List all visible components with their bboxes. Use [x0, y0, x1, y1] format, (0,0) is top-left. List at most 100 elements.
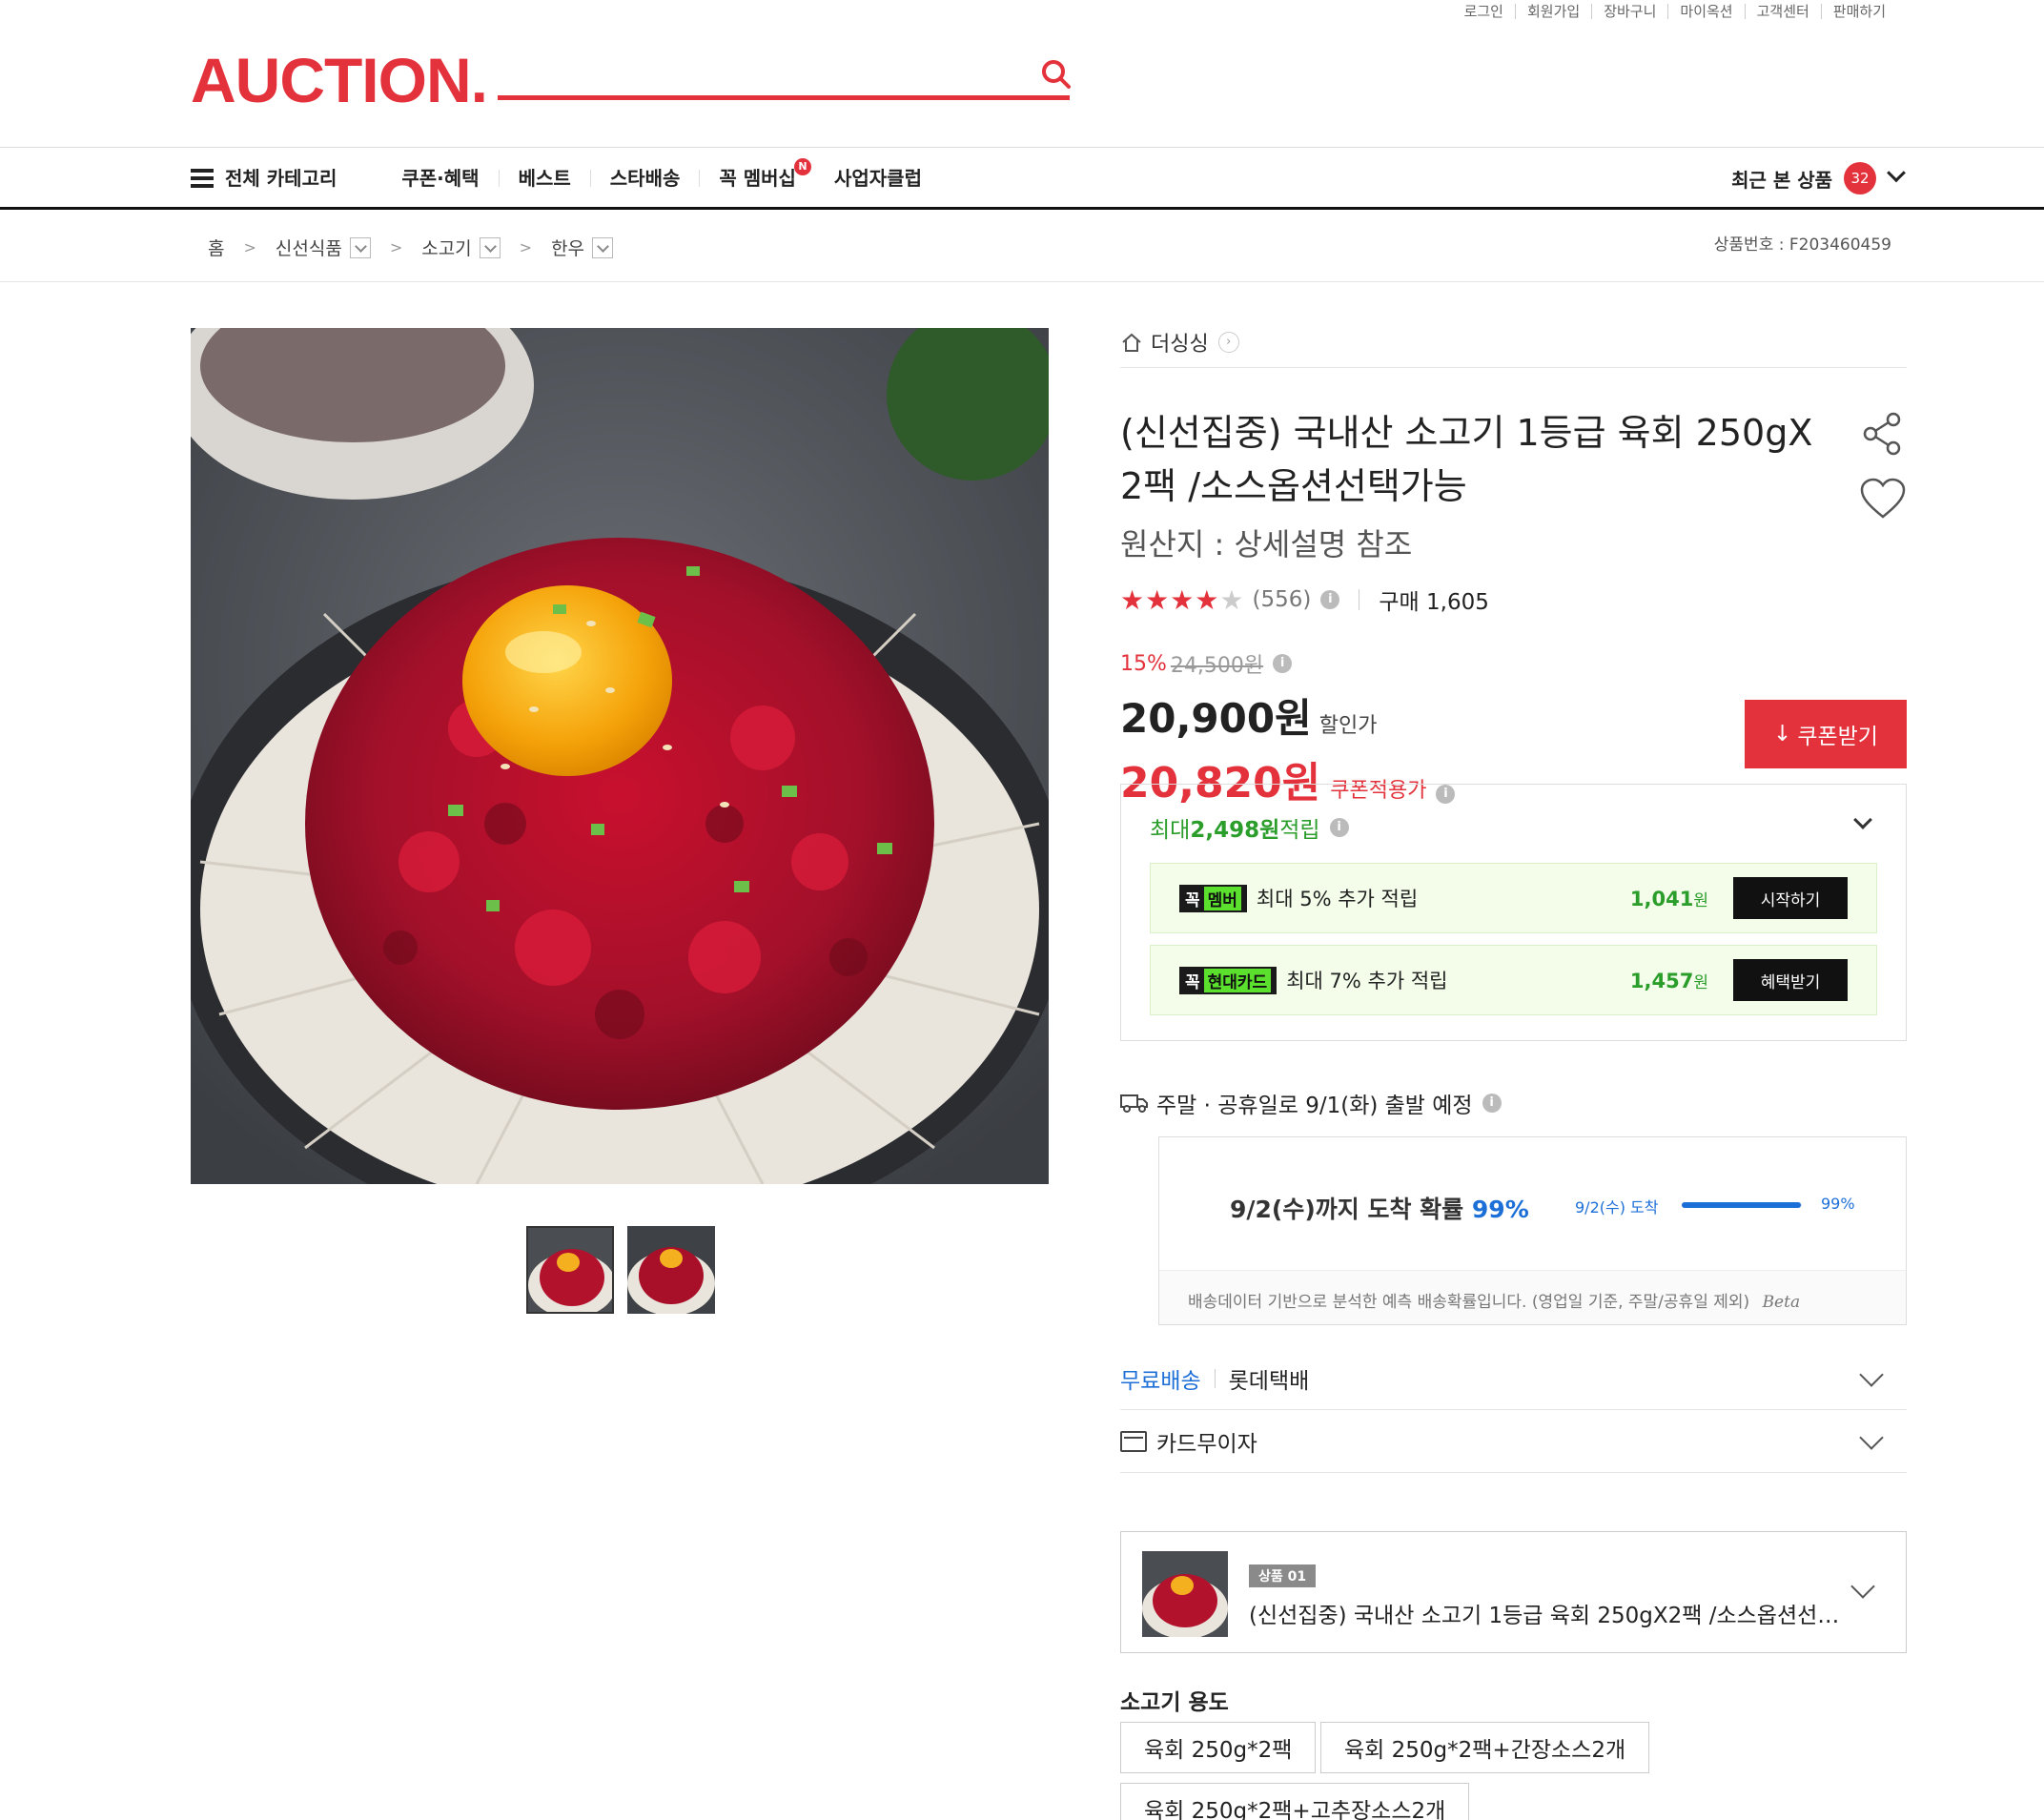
get-benefit-button[interactable]: 혜택받기 [1733, 959, 1848, 1001]
origin-text: 원산지 : 상세설명 참조 [1120, 526, 1413, 562]
reward-row-amount: 1,457원 [1630, 969, 1708, 992]
card-tag: 꼭 현대카드 [1179, 966, 1278, 994]
selected-product-select[interactable]: 상품 01 (신선집중) 국내산 소고기 1등급 육회 250gX2팩 /소스옵… [1120, 1531, 1907, 1653]
info-icon[interactable]: i [1273, 654, 1293, 673]
free-shipping-label: 무료배송 [1120, 1368, 1201, 1394]
chevron-down-icon [1859, 1425, 1884, 1450]
breadcrumb-bar: 홈 > 신선식품 > 소고기 > 한우 상품번호 : F203460459 [0, 210, 2044, 282]
thumbnail-1[interactable] [526, 1226, 614, 1314]
signup-link[interactable]: 회원가입 [1514, 4, 1591, 19]
tag-label: 현대카드 [1203, 968, 1272, 992]
sale-price-label: 할인가 [1318, 714, 1378, 738]
search-input[interactable] [498, 95, 1070, 100]
tag-prefix: 꼭 [1185, 890, 1200, 910]
download-icon: ↓ [1773, 722, 1792, 746]
chevron-down-icon [1887, 163, 1906, 183]
cart-link[interactable]: 장바구니 [1591, 4, 1667, 19]
reward-row-card: 꼭 현대카드 최대 7% 추가 적립 1,457원 혜택받기 [1150, 945, 1877, 1015]
nav-best[interactable]: 베스트 [498, 169, 590, 188]
purchase-count: 구매 1,605 [1379, 590, 1489, 615]
info-icon[interactable]: i [1320, 590, 1340, 609]
share-icon[interactable] [1859, 410, 1907, 458]
review-count[interactable]: (556) [1253, 587, 1312, 612]
amount-value: 1,457 [1629, 969, 1694, 992]
shipping-option-row[interactable]: 무료배송 롯데택배 [1120, 1347, 1907, 1410]
start-membership-button[interactable]: 시작하기 [1733, 877, 1848, 919]
breadcrumb-level-1[interactable]: 신선식품 [276, 235, 342, 260]
original-price-row: 15% 24,500원 i [1120, 648, 1907, 679]
arrival-note-text: 배송데이터 기반으로 분석한 예측 배송확률입니다. (영업일 기준, 주말/공… [1188, 1293, 1750, 1312]
card-installment-label: 카드무이자 [1156, 1431, 1257, 1457]
nav-membership[interactable]: 꼭 멤버십 N [699, 158, 815, 190]
carrier-label: 롯데택배 [1228, 1368, 1310, 1394]
arrival-probability-box: 9/2(수)까지 도착 확률 99% 9/2(수) 도착 99% 배송데이터 기… [1158, 1136, 1907, 1325]
login-link[interactable]: 로그인 [1453, 4, 1515, 19]
chevron-down-icon[interactable] [1853, 810, 1872, 829]
thumbnail-2[interactable] [627, 1226, 715, 1314]
arrival-top: 9/2(수)까지 도착 확률 99% 9/2(수) 도착 99% [1159, 1137, 1906, 1271]
nav-business-club[interactable]: 사업자클럽 [815, 169, 941, 188]
breadcrumb-level-3[interactable]: 한우 [551, 235, 584, 260]
coupon-button-label: 쿠폰받기 [1797, 725, 1878, 749]
shipping-notice: 주말 · 공휴일로 9/1(화) 출발 예정 i [1120, 1087, 1502, 1119]
recent-products-button[interactable]: 최근 본 상품 32 [1731, 148, 1906, 209]
breadcrumb: 홈 > 신선식품 > 소고기 > 한우 [208, 235, 614, 260]
nav-star-delivery[interactable]: 스타배송 [589, 169, 700, 188]
reward-prefix: 최대 [1150, 818, 1191, 843]
selected-product-thumbnail [1142, 1551, 1228, 1637]
nav-coupon[interactable]: 쿠폰·혜택 [382, 169, 498, 188]
option-button-3[interactable]: 육회 250g*2팩+고추장소스2개 [1120, 1783, 1470, 1820]
search-icon[interactable] [1039, 57, 1073, 92]
shipping-notice-text: 주말 · 공휴일로 9/1(화) 출발 예정 [1156, 1094, 1473, 1118]
info-icon[interactable]: i [1482, 1094, 1502, 1113]
option-group-title: 소고기 용도 [1120, 1690, 1229, 1715]
shop-name: 더싱싱 [1151, 332, 1209, 357]
reward-suffix: 적립 [1279, 818, 1320, 843]
product-info-panel: 더싱싱 › (신선집중) 국내산 소고기 1등급 육회 250gX 2팩 /소스… [1120, 324, 1907, 1820]
reward-row-amount: 1,041원 [1630, 887, 1708, 910]
reward-header[interactable]: 최대 2,498원 적립 i [1150, 811, 1349, 844]
option-button-1[interactable]: 육회 250g*2팩 [1120, 1722, 1317, 1773]
option-button-2[interactable]: 육회 250g*2팩+간장소스2개 [1320, 1722, 1650, 1773]
auction-logo[interactable]: AUCTION. [191, 49, 488, 112]
dropdown-icon[interactable] [349, 236, 371, 258]
tag-prefix: 꼭 [1185, 972, 1200, 992]
coupon-download-button[interactable]: ↓ 쿠폰받기 [1745, 700, 1907, 768]
arrival-date: 9/2(수) 도착 [1575, 1198, 1659, 1217]
info-icon[interactable]: i [1329, 818, 1349, 837]
nav-membership-label: 꼭 멤버십 [719, 167, 796, 190]
dropdown-icon[interactable] [592, 236, 614, 258]
reward-amount: 2,498원 [1190, 818, 1280, 843]
all-category-label: 전체 카테고리 [225, 167, 337, 190]
arrival-note: 배송데이터 기반으로 분석한 예측 배송확률입니다. (영업일 기준, 주말/공… [1188, 1288, 1800, 1312]
my-auction-link[interactable]: 마이옥션 [1667, 4, 1744, 19]
product-option-tag: 상품 01 [1249, 1564, 1317, 1587]
breadcrumb-home[interactable]: 홈 [208, 235, 224, 260]
amount-value: 1,041 [1629, 887, 1694, 910]
customer-center-link[interactable]: 고객센터 [1744, 4, 1821, 19]
chevron-down-icon [1859, 1362, 1884, 1387]
amount-unit: 원 [1693, 972, 1708, 992]
heart-icon[interactable] [1859, 477, 1907, 521]
dropdown-icon[interactable] [479, 236, 501, 258]
chevron-right-icon: › [1217, 331, 1239, 353]
reward-row-text: 최대 7% 추가 적립 [1286, 970, 1448, 992]
card-installment-row[interactable]: 카드무이자 [1120, 1410, 1907, 1473]
menu-icon [191, 169, 214, 188]
star-rating-icon[interactable]: ★★★★★ [1120, 584, 1245, 616]
new-badge: N [793, 158, 811, 175]
arrival-progress-fill [1682, 1202, 1801, 1208]
breadcrumb-level-2[interactable]: 소고기 [421, 235, 471, 260]
divider [1214, 1368, 1216, 1388]
sell-link[interactable]: 판매하기 [1820, 4, 1897, 19]
chevron-down-icon [1850, 1574, 1875, 1599]
arrival-bar-pct: 99% [1821, 1195, 1855, 1213]
arrival-progress-bar [1682, 1202, 1802, 1208]
membership-tag: 꼭 멤버 [1179, 884, 1247, 912]
card-icon [1120, 1430, 1147, 1452]
tag-label: 멤버 [1203, 886, 1241, 910]
utility-links: 로그인 회원가입 장바구니 마이옥션 고객센터 판매하기 [1453, 4, 1897, 19]
all-category-button[interactable]: 전체 카테고리 [191, 169, 356, 188]
shop-link[interactable]: 더싱싱 › [1120, 324, 1907, 368]
arrival-main-text: 9/2(수)까지 도착 확률 99% [1230, 1191, 1529, 1225]
